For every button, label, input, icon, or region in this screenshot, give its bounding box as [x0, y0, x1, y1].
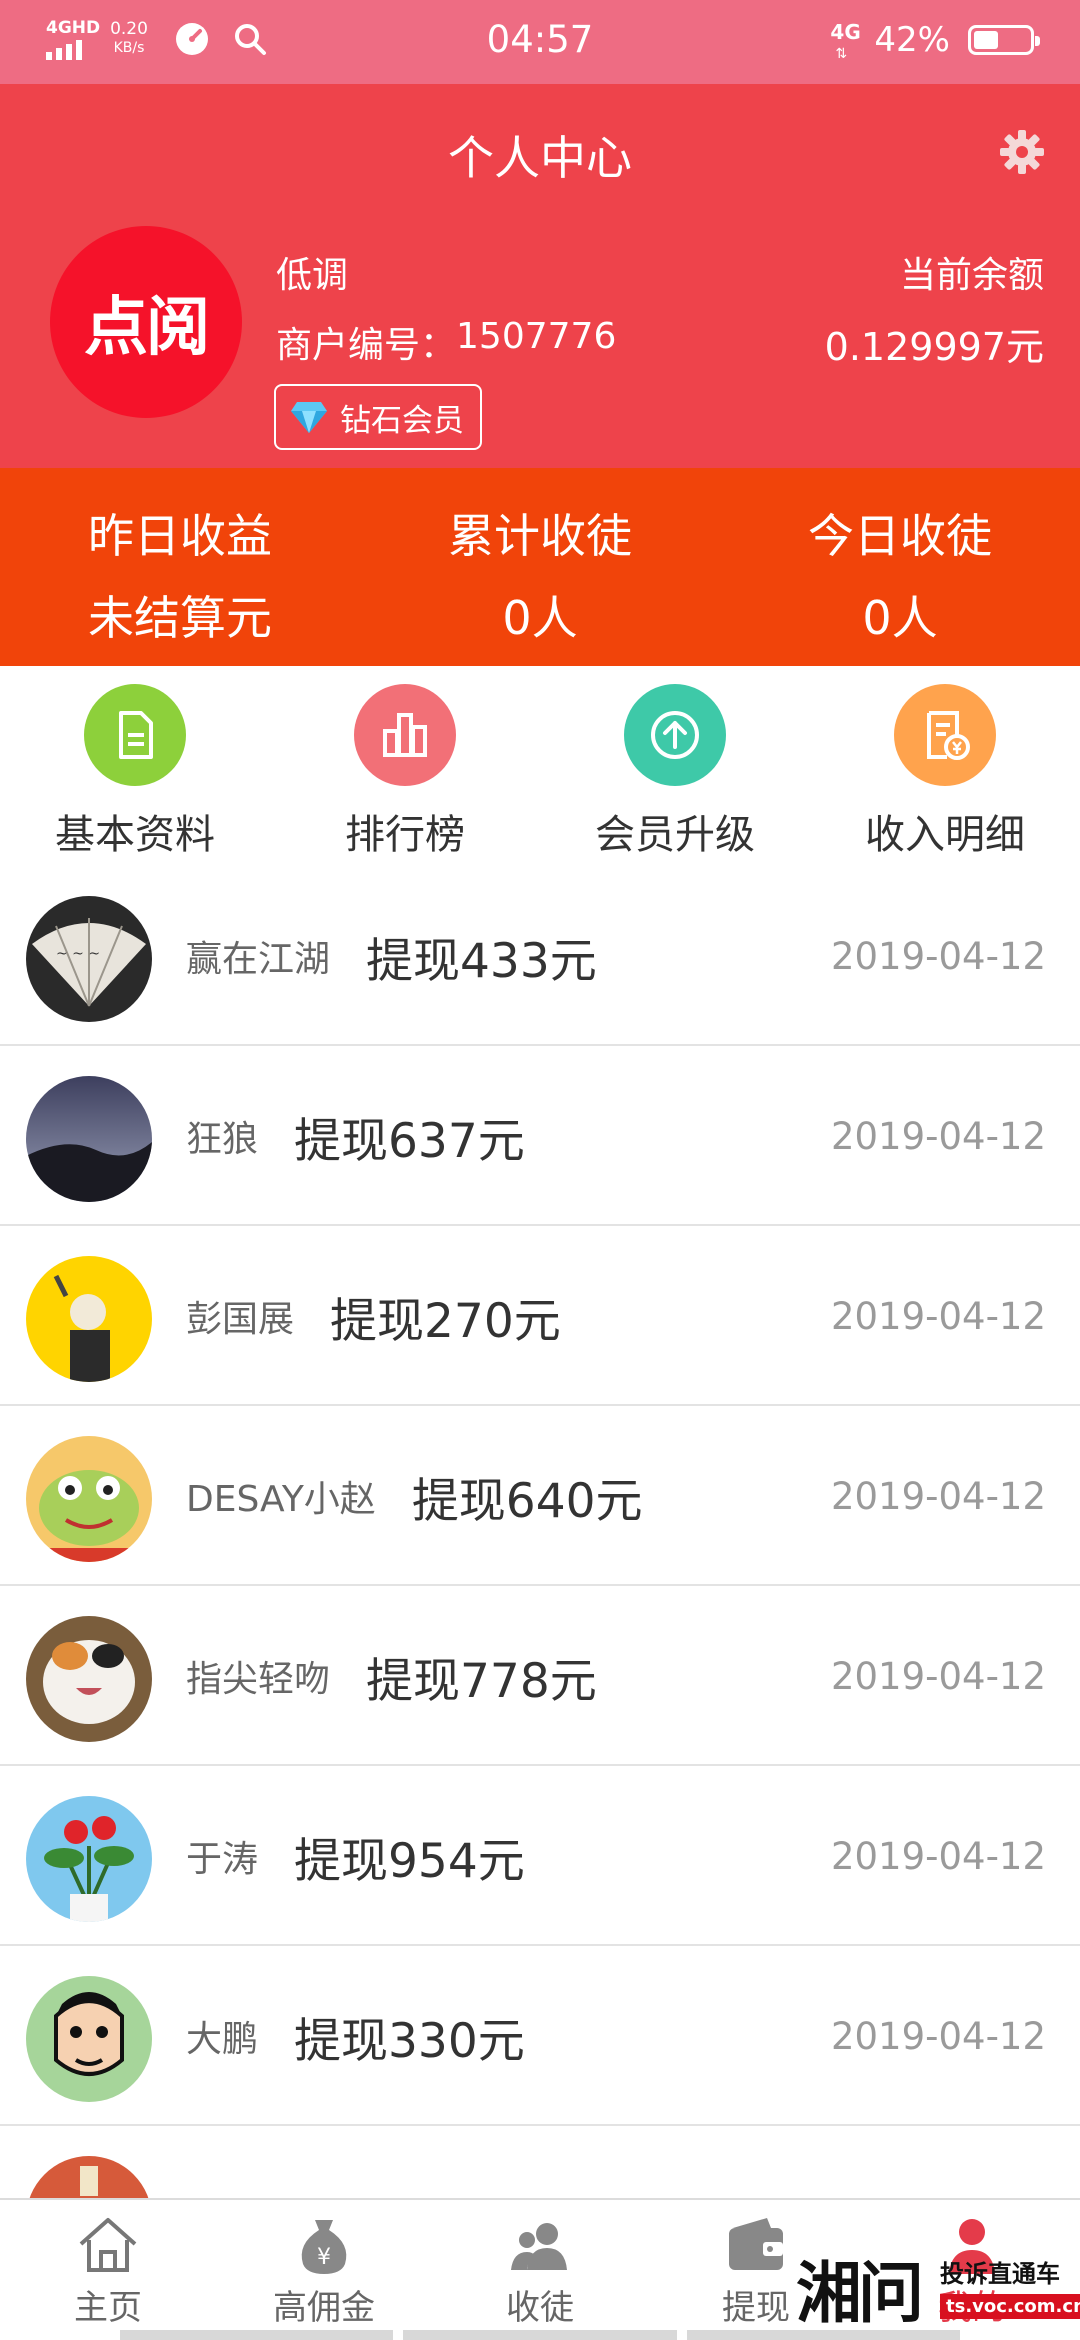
- stat-today-apprentices: 今日收徒 0人: [808, 509, 992, 645]
- withdrawal-list: ~ ~ ~ 赢在江湖 提现433元 2019-04-12 狂狼 提现637元 2…: [0, 866, 1080, 2306]
- upgrade-arrow-icon: [624, 684, 726, 786]
- battery-icon: [968, 25, 1040, 55]
- withdraw-date: 2019-04-12: [830, 1654, 1046, 1698]
- menu-member-upgrade[interactable]: 会员升级: [540, 666, 810, 866]
- avatar: [26, 1436, 152, 1562]
- withdraw-date: 2019-04-12: [830, 2014, 1046, 2058]
- withdraw-date: 2019-04-12: [830, 1474, 1046, 1518]
- withdraw-amount: 提现433元: [366, 933, 597, 989]
- withdraw-date: 2019-04-12: [830, 934, 1046, 978]
- withdraw-amount: 提现778元: [366, 1653, 597, 1709]
- tab-apprentice[interactable]: 收徒: [432, 2200, 648, 2340]
- user-name: DESAY小赵: [186, 1479, 376, 1520]
- avatar: [26, 1256, 152, 1382]
- withdraw-amount: 提现270元: [330, 1293, 561, 1349]
- balance-label: 当前余额: [899, 255, 1044, 296]
- gear-icon[interactable]: [998, 128, 1046, 176]
- list-item[interactable]: 于涛 提现954元 2019-04-12: [0, 1766, 1080, 1946]
- document-icon: [84, 684, 186, 786]
- avatar: [26, 1076, 152, 1202]
- menu-income-detail[interactable]: 收入明细: [810, 666, 1080, 866]
- list-item[interactable]: 大鹏 提现330元 2019-04-12: [0, 1946, 1080, 2126]
- svg-text:~ ~ ~: ~ ~ ~: [56, 946, 100, 962]
- svg-text:¥: ¥: [317, 2245, 331, 2270]
- income-detail-icon: [894, 684, 996, 786]
- diamond-icon: [291, 402, 327, 433]
- bar-chart-icon: [354, 684, 456, 786]
- withdraw-amount: 提现330元: [294, 2013, 525, 2069]
- list-item[interactable]: 彭国展 提现270元 2019-04-12: [0, 1226, 1080, 1406]
- app-logo: 点阅: [50, 226, 242, 418]
- avatar: ~ ~ ~: [26, 896, 152, 1022]
- user-name: 于涛: [186, 1839, 259, 1880]
- money-bag-icon: ¥: [301, 2220, 347, 2274]
- tab-high-commission[interactable]: ¥ 高佣金: [216, 2200, 432, 2340]
- avatar: [26, 1976, 152, 2102]
- quick-menu: 基本资料 排行榜 会员升级 收入明细: [0, 666, 1080, 866]
- users-icon: [511, 2223, 567, 2270]
- withdraw-amount: 提现637元: [294, 1113, 525, 1169]
- avatar: [26, 1616, 152, 1742]
- status-bar: 4GHD 0.20 KB/s 04:57 4G ⇅ 42%: [0, 0, 1080, 84]
- member-badge: 钻石会员: [274, 384, 482, 450]
- user-name: 赢在江湖: [186, 939, 331, 980]
- avatar: [26, 1796, 152, 1922]
- withdraw-date: 2019-04-12: [830, 1834, 1046, 1878]
- watermark-brand: 湘问: [796, 2254, 924, 2332]
- page-title: 个人中心: [448, 131, 632, 185]
- menu-basic-info[interactable]: 基本资料: [0, 666, 270, 866]
- profile-header: 个人中心 点阅 低调 商户编号： 1507776 钻石会员 当前余额 0.129…: [0, 84, 1080, 468]
- withdraw-amount: 提现954元: [294, 1833, 525, 1889]
- mobile-data-icon: 4G ⇅: [830, 20, 861, 62]
- user-nickname: 低调: [276, 255, 349, 296]
- list-item[interactable]: DESAY小赵 提现640元 2019-04-12: [0, 1406, 1080, 1586]
- stat-total-apprentices: 累计收徒 0人: [448, 509, 632, 645]
- withdraw-date: 2019-04-12: [830, 1294, 1046, 1338]
- user-name: 指尖轻吻: [186, 1659, 331, 1700]
- list-item[interactable]: 指尖轻吻 提现778元 2019-04-12: [0, 1586, 1080, 1766]
- user-name: 狂狼: [186, 1119, 259, 1160]
- home-icon: [79, 2218, 137, 2272]
- withdraw-amount: 提现640元: [411, 1473, 643, 1529]
- menu-ranking[interactable]: 排行榜: [270, 666, 540, 866]
- watermark-tagline: 投诉直通车: [940, 2260, 1060, 2288]
- tab-home[interactable]: 主页: [0, 2200, 216, 2340]
- list-item[interactable]: ~ ~ ~ 赢在江湖 提现433元 2019-04-12: [0, 866, 1080, 1046]
- earnings-stats: 昨日收益 未结算元 累计收徒 0人 今日收徒 0人: [0, 468, 1080, 666]
- balance-value: 0.129997元: [824, 325, 1044, 369]
- stat-yesterday-income: 昨日收益 未结算元: [88, 509, 272, 645]
- user-name: 大鹏: [186, 2019, 259, 2060]
- list-item[interactable]: 狂狼 提现637元 2019-04-12: [0, 1046, 1080, 1226]
- withdraw-date: 2019-04-12: [830, 1114, 1046, 1158]
- watermark: 湘问 投诉直通车 ts.voc.com.cn: [790, 2240, 1080, 2340]
- user-name: 彭国展: [186, 1299, 295, 1340]
- wallet-icon: [729, 2218, 783, 2270]
- watermark-url: ts.voc.com.cn: [940, 2294, 1080, 2319]
- merchant-number: 商户编号： 1507776: [276, 316, 617, 366]
- battery-percent: 42%: [874, 20, 950, 60]
